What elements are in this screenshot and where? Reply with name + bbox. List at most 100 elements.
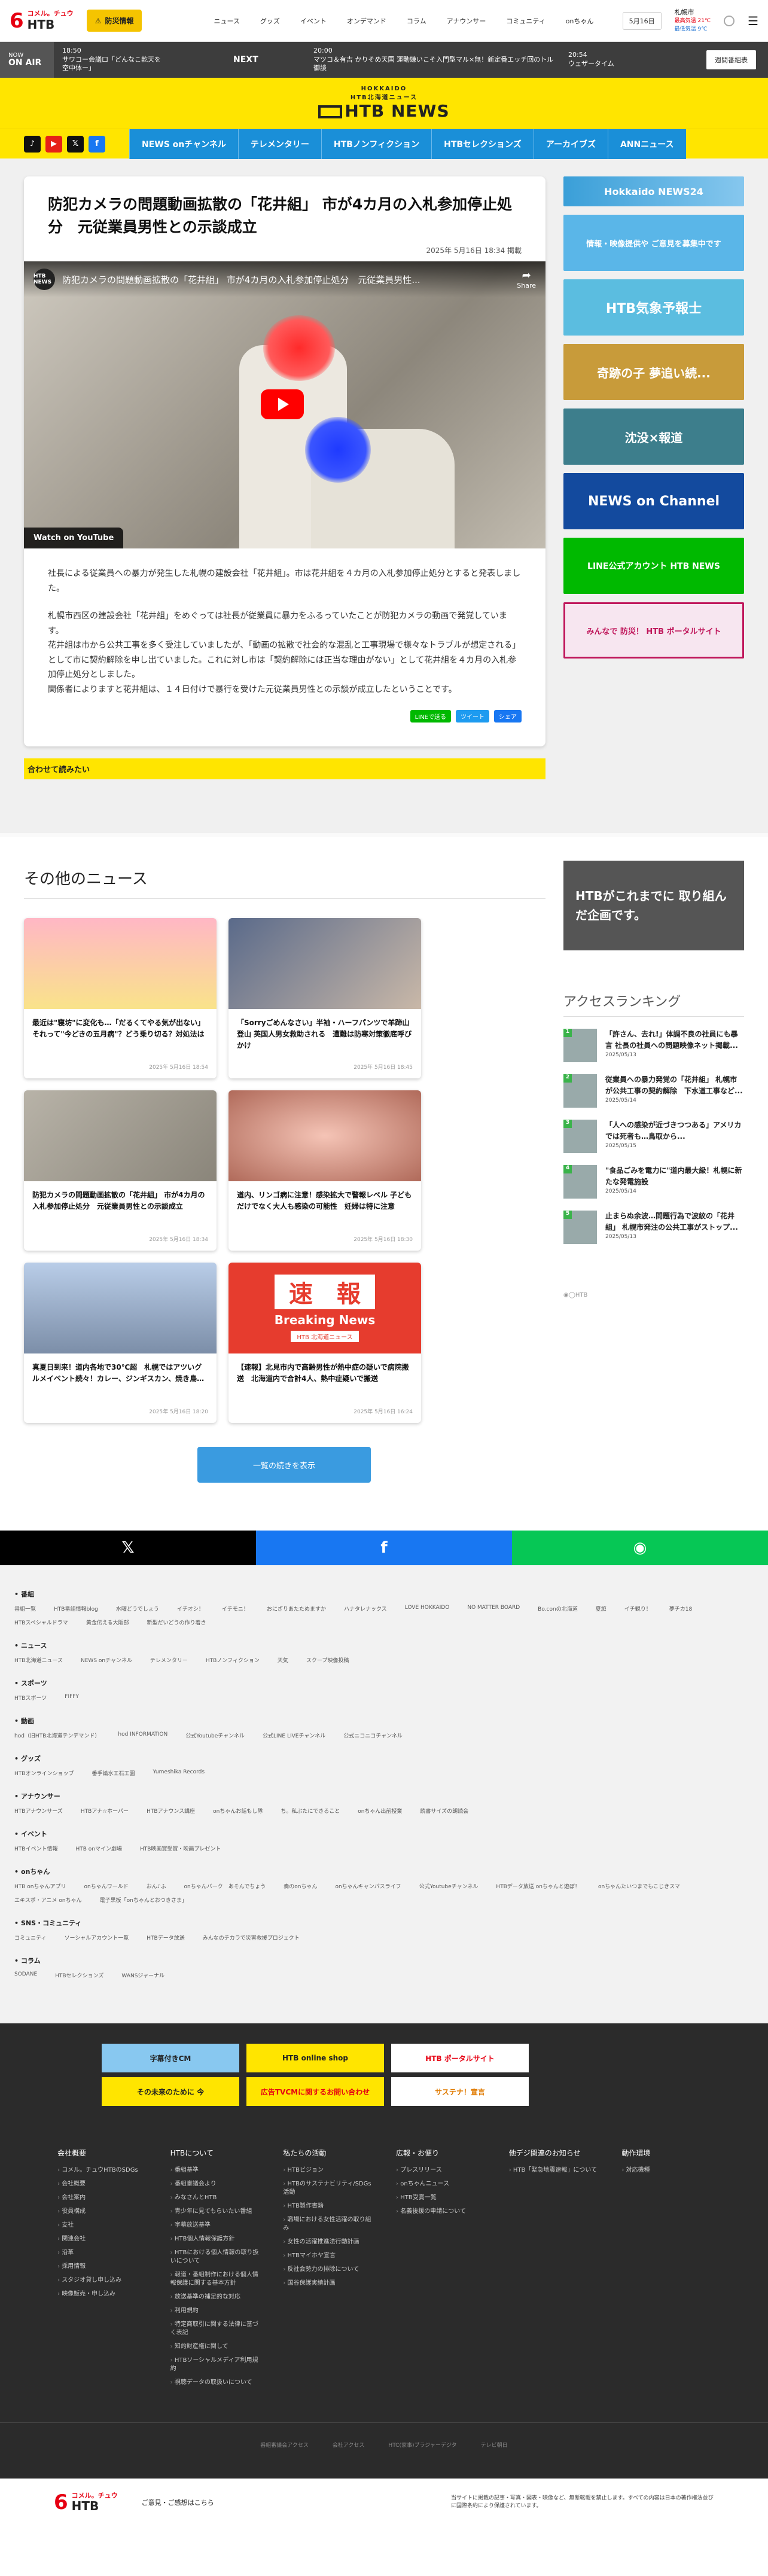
sitemap-link[interactable]: HTB映画賞受賞・映画プレゼント <box>140 1845 221 1852</box>
sitemap-link[interactable]: HTB北海道ニュース <box>14 1656 63 1664</box>
footer-link[interactable]: 女性の活躍推進法行動計画 <box>283 2238 372 2246</box>
sitemap-link[interactable]: onちゃんお話もし隊 <box>213 1807 263 1815</box>
share-x-icon[interactable]: 𝕏 <box>0 1531 256 1565</box>
news-card[interactable]: 最近は"寝坊"に変化も…「だるくてやる気が出ない」それって"今どきの五月病"？ど… <box>24 918 217 1078</box>
sitemap-link[interactable]: イチオシ！ <box>177 1605 204 1612</box>
menu-icon[interactable]: ☰ <box>748 14 758 28</box>
next-program[interactable]: 20:00 マツコ＆有吉 かりそめ天国 運動嫌いこそ入門型マル×無！新定番エッチ回… <box>305 47 568 74</box>
footer-link[interactable]: 職場における女性活躍の取り組み <box>283 2216 372 2233</box>
fb-share-button[interactable]: シェア <box>494 710 522 723</box>
footer-logo[interactable]: 6 コメル。チュウ HTB <box>54 2490 118 2514</box>
footer-link[interactable]: HTB個人情報保護方針 <box>170 2235 260 2243</box>
youtube-icon[interactable]: ▶ <box>45 135 62 153</box>
sitemap-link[interactable]: 公式LINE LIVEチャンネル <box>263 1731 325 1739</box>
footer-link[interactable]: スタジオ貸し申し込み <box>57 2276 147 2285</box>
ranking-item[interactable]: 5 止まらぬ余波…問題行為で波紋の「花井組」 札幌市発注の公共工事がストップ...… <box>563 1211 744 1244</box>
sitemap-link[interactable]: 電子黒板「onちゃんとおつきさま」 <box>100 1896 187 1904</box>
footer-link[interactable]: 放送基準の補足的な対応 <box>170 2293 260 2301</box>
nav-selections[interactable]: HTBセレクションズ <box>431 129 534 159</box>
footer-banner-future[interactable]: その未来のために 今 <box>102 2077 239 2106</box>
footer-link[interactable]: 青少年に見てもらいたい番組 <box>170 2208 260 2216</box>
news-card[interactable]: 速 報 Breaking News HTB 北海道ニュース 【速報】北見市内で高… <box>228 1263 421 1423</box>
news-card[interactable]: 真夏日到来！道内各地で30℃超 札幌ではアツいグルメイベント続々！カレー、ジンギ… <box>24 1263 217 1423</box>
topnav-news[interactable]: ニュース <box>214 16 239 26</box>
sitemap-link[interactable]: HTB onちゃんアプリ <box>14 1882 66 1890</box>
sitemap-link[interactable]: Bo.conの北海道 <box>538 1605 578 1612</box>
sitemap-link[interactable]: FIFFY <box>65 1694 79 1702</box>
ranking-item[interactable]: 1 「許さん、去れ!」体調不良の社員にも暴言 社長の社員への問題映像ネット掲載..… <box>563 1029 744 1062</box>
sitemap-link[interactable]: HTBスポーツ <box>14 1694 47 1702</box>
nav-archives[interactable]: アーカイブズ <box>533 129 608 159</box>
sitemap-link[interactable]: HTB番組情報blog <box>54 1605 98 1612</box>
moon-icon[interactable] <box>724 15 735 26</box>
footer-link[interactable]: 沿革 <box>57 2249 147 2257</box>
sitemap-link[interactable]: HTBアナウンサーズ <box>14 1807 63 1815</box>
sitemap-link[interactable]: HTBセレクションズ <box>55 1971 103 1979</box>
tweet-button[interactable]: ツイート <box>456 710 489 723</box>
x-icon[interactable]: 𝕏 <box>67 135 84 153</box>
feedback-link[interactable]: ご意見・ご感想はこちら <box>142 2498 214 2507</box>
sidebar-banner-chinbotsu[interactable]: 沈没×報道 <box>563 408 744 465</box>
sitemap-link[interactable]: HTBノンフィクション <box>206 1656 260 1664</box>
nav-news-on-channel[interactable]: NEWS onチャンネル <box>129 129 238 159</box>
sitemap-link[interactable]: おにぎりあたためますか <box>267 1605 326 1612</box>
site-logo[interactable]: 6 コメル。チュウ HTB <box>10 9 74 33</box>
sitemap-heading[interactable]: イベント <box>14 1829 754 1839</box>
sidebar-banner-kiseki[interactable]: 奇跡の子 夢追い続... <box>563 344 744 400</box>
sitemap-link[interactable]: テレメンタリー <box>150 1656 188 1664</box>
footer-bottom-link[interactable]: HTC(家事)ブラジャーデジタ <box>388 2441 456 2449</box>
sitemap-link[interactable]: コミュニティ <box>14 1934 46 1941</box>
ranking-item[interactable]: 3 「人への感染が近づきつつある」アメリカでは死者も…鳥取から... 2025/05… <box>563 1120 744 1153</box>
footer-link[interactable]: HTB「緊急地震速報」について <box>509 2166 598 2175</box>
footer-link[interactable]: 番組審議会より <box>170 2180 260 2188</box>
footer-link[interactable]: HTB受賞一覧 <box>396 2194 485 2202</box>
footer-link[interactable]: HTB製作書籍 <box>283 2202 372 2211</box>
sitemap-heading[interactable]: ニュース <box>14 1641 754 1650</box>
share-facebook-icon[interactable]: f <box>256 1531 512 1565</box>
share-button[interactable]: ➦ Share <box>517 269 536 289</box>
sitemap-link[interactable]: スクープ映像投稿 <box>306 1656 349 1664</box>
line-share-button[interactable]: LINEで送る <box>410 710 451 723</box>
news-card[interactable]: 道内、リンゴ病に注意！感染拡大で警報レベル 子どもだけでなく大人も感染の可能性 … <box>228 1090 421 1251</box>
weekly-schedule-button[interactable]: 週間番組表 <box>706 50 756 69</box>
sitemap-link[interactable]: HTBスペシャルドラマ <box>14 1618 68 1626</box>
footer-link[interactable]: 国谷保護実績計画 <box>283 2279 372 2288</box>
sidebar-banner-info-request[interactable]: 情報・映像提供や ご意見を募集中です <box>563 215 744 271</box>
sitemap-link[interactable]: onちゃんキャンパスライフ <box>335 1882 401 1890</box>
sitemap-heading[interactable]: onちゃん <box>14 1867 754 1876</box>
footer-link[interactable]: 支社 <box>57 2221 147 2230</box>
htb-news-logo[interactable]: HOKKAIDO HTB北海道ニュース HTB NEWS <box>318 86 449 121</box>
footer-link[interactable]: 会社案内 <box>57 2194 147 2202</box>
weather-widget[interactable]: 札幌市 最高気温 21℃ 最低気温 9℃ <box>675 8 711 34</box>
sitemap-link[interactable]: ち。私ぶたにできること <box>281 1807 340 1815</box>
sitemap-link[interactable]: 夏旅 <box>596 1605 607 1612</box>
sitemap-link[interactable]: onちゃんたいつまでもこじきスマ <box>598 1882 680 1890</box>
footer-link[interactable]: 対応機種 <box>621 2166 711 2175</box>
footer-link[interactable]: みなさんとHTB <box>170 2194 260 2202</box>
footer-link[interactable]: HTBマイホヤ宣言 <box>283 2252 372 2260</box>
ranking-item[interactable]: 4 "食品ごみを電力に"道内最大級！札幌に新たな発電施設 2025/05/14 <box>563 1165 744 1199</box>
video-title[interactable]: 防犯カメラの問題動画拡散の「花井組」 市が4カ月の入札参加停止処分 元従業員男性… <box>62 273 420 286</box>
footer-link[interactable]: 名義後援の申請について <box>396 2208 485 2216</box>
sitemap-link[interactable]: WANSジャーナル <box>121 1971 164 1979</box>
sitemap-link[interactable]: 新型だいどうの作り着き <box>147 1618 206 1626</box>
footer-banner-portal[interactable]: HTB ポータルサイト <box>391 2044 529 2072</box>
sitemap-heading[interactable]: スポーツ <box>14 1678 754 1688</box>
sitemap-link[interactable]: 奏のonちゃん <box>284 1882 317 1890</box>
sitemap-link[interactable]: みんなのチカラで災害救援プロジェクト <box>203 1934 300 1941</box>
sitemap-link[interactable]: 読書サイズの朗読会 <box>420 1807 468 1815</box>
sitemap-link[interactable]: イチ観り！ <box>624 1605 651 1612</box>
topnav-goods[interactable]: グッズ <box>260 16 280 26</box>
topnav-ondemand[interactable]: オンデマンド <box>347 16 386 26</box>
footer-bottom-link[interactable]: テレビ朝日 <box>481 2441 508 2449</box>
sitemap-link[interactable]: 番手論水工石工園 <box>92 1769 135 1777</box>
footer-link[interactable]: 利用規約 <box>170 2307 260 2315</box>
sitemap-link[interactable]: HTBオンラインショップ <box>14 1769 74 1777</box>
footer-link[interactable]: 会社概要 <box>57 2180 147 2188</box>
sitemap-heading[interactable]: 番組 <box>14 1589 754 1599</box>
footer-link[interactable]: 役員構成 <box>57 2208 147 2216</box>
sitemap-link[interactable]: 水曜どうでしょう <box>116 1605 159 1612</box>
sitemap-link[interactable]: SODANE <box>14 1971 37 1979</box>
sitemap-link[interactable]: LOVE HOKKAIDO <box>405 1605 450 1612</box>
show-more-button[interactable]: 一覧の続きを表示 <box>197 1447 371 1483</box>
